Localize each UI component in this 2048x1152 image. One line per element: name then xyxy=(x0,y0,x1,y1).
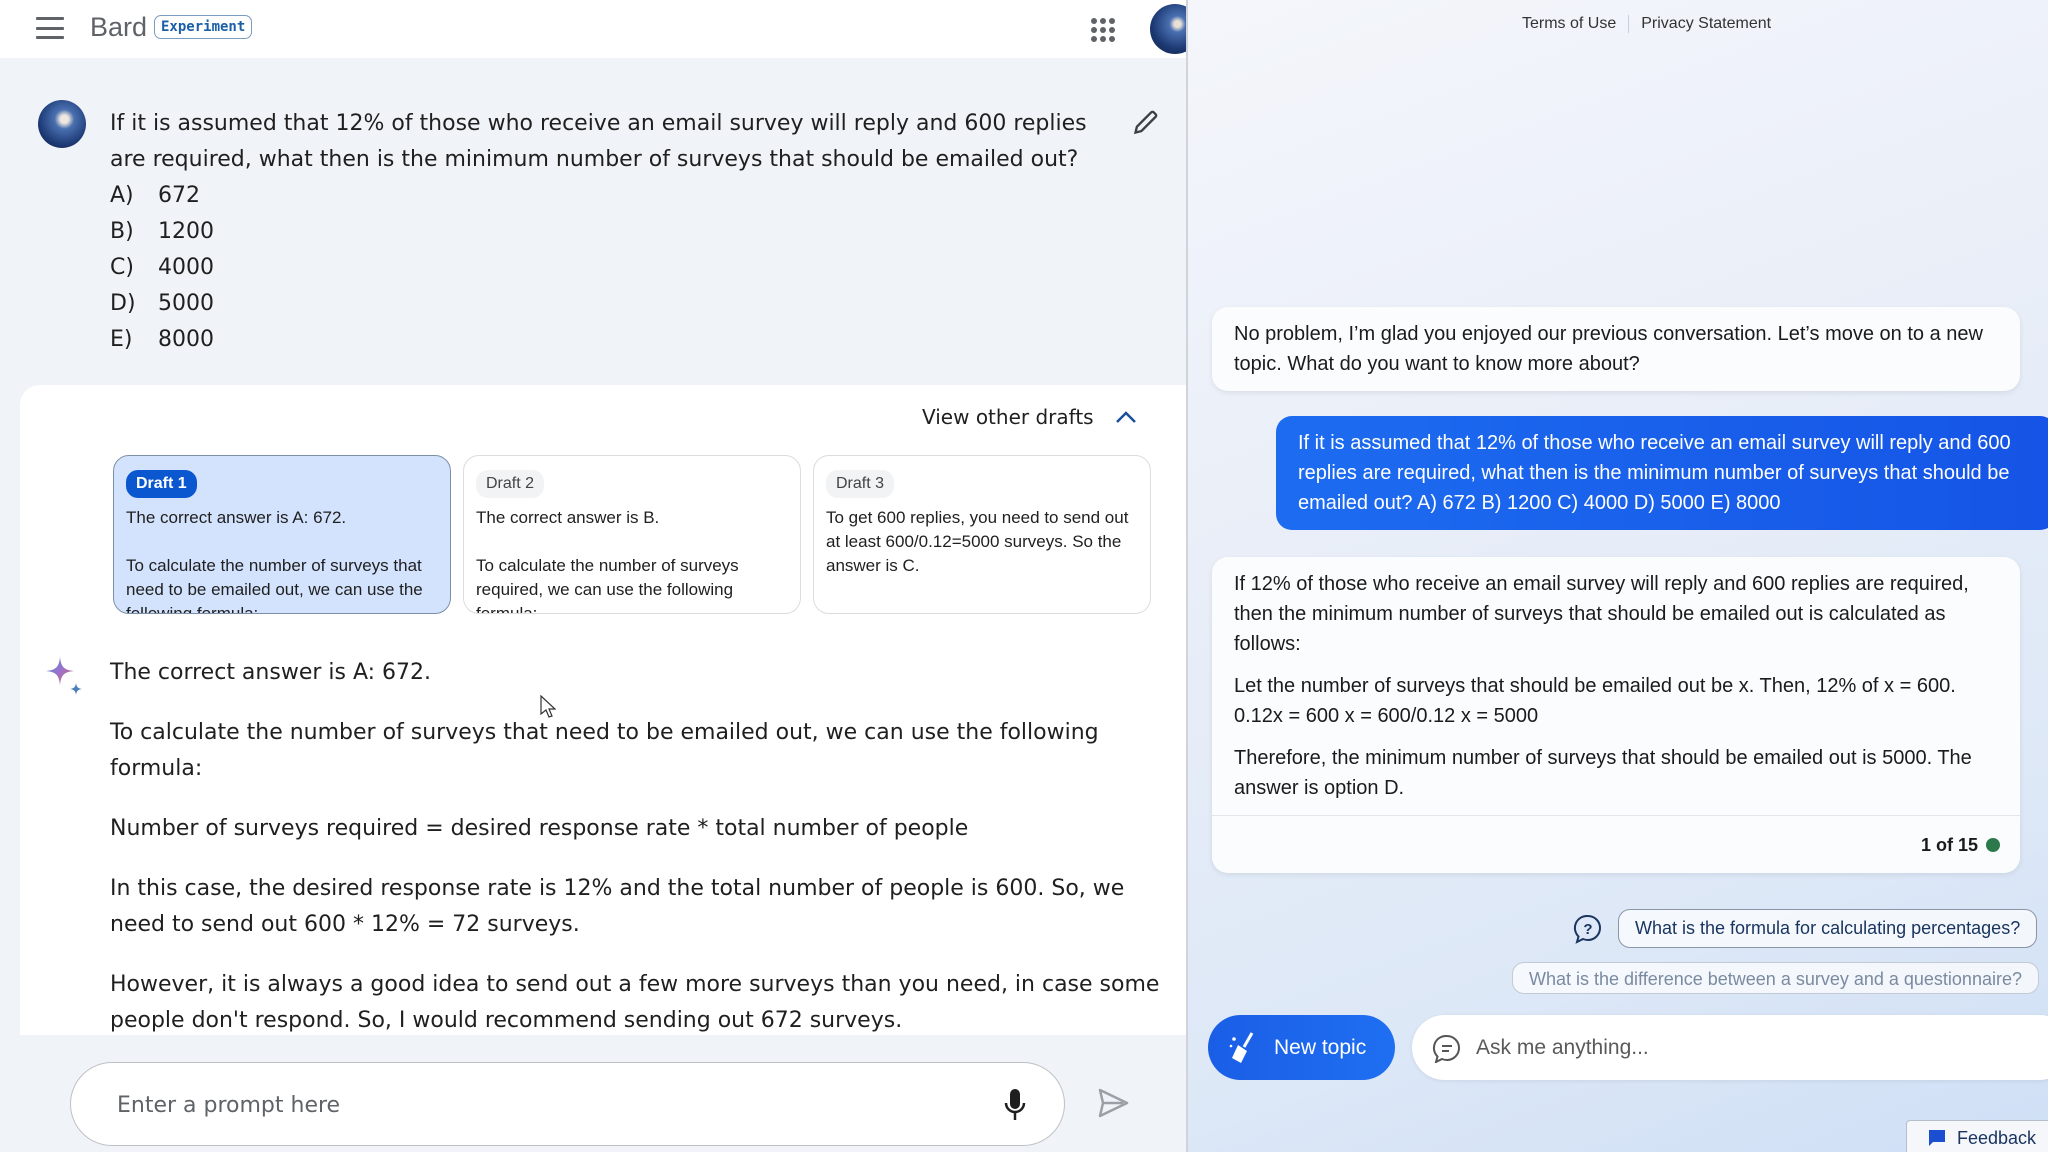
question-text: If it is assumed that 12% of those who r… xyxy=(110,111,1087,172)
option-a: A) 672 xyxy=(110,178,1110,214)
option-d: D) 5000 xyxy=(110,286,1110,322)
account-avatar[interactable] xyxy=(1150,4,1186,54)
suggestion-chip[interactable]: What is the formula for calculating perc… xyxy=(1618,909,2038,948)
answer-paragraph: However, it is always a good idea to sen… xyxy=(110,972,1160,1033)
draft-label: Draft 1 xyxy=(126,470,197,498)
apps-grid-icon[interactable] xyxy=(1091,18,1115,42)
prompt-field[interactable] xyxy=(70,1062,1065,1146)
option-value: 5000 xyxy=(158,291,214,316)
option-e: E) 8000 xyxy=(110,322,1110,358)
option-letter: A) xyxy=(110,183,134,208)
draft-label: Draft 2 xyxy=(476,470,545,498)
svg-text:?: ? xyxy=(1583,921,1592,938)
ask-input[interactable] xyxy=(1476,1031,2036,1065)
app-name: Bard xyxy=(90,12,148,42)
user-message: If it is assumed that 12% of those who r… xyxy=(1276,416,2048,530)
draft-card-3[interactable]: Draft 3 To get 600 replies, you need to … xyxy=(813,455,1151,614)
message-footer: 1 of 15 xyxy=(1212,815,2020,873)
bot-paragraph: If 12% of those who receive an email sur… xyxy=(1234,573,1969,655)
answer-paragraph: To calculate the number of surveys that … xyxy=(110,720,1099,781)
answer-paragraph: Number of surveys required = desired res… xyxy=(110,816,969,841)
question-bubble-icon: ? xyxy=(1573,914,1601,944)
status-dot-icon xyxy=(1986,837,2000,852)
draft-label: Draft 3 xyxy=(826,470,895,498)
ask-field[interactable] xyxy=(1412,1015,2048,1080)
option-b: B) 1200 xyxy=(110,214,1110,250)
answer-paragraph: In this case, the desired response rate … xyxy=(110,876,1125,937)
terms-of-use-link[interactable]: Terms of Use xyxy=(1510,15,1628,33)
feedback-button[interactable]: Feedback xyxy=(1906,1120,2048,1152)
draft-preview: The correct answer is B. To calculate th… xyxy=(476,508,739,614)
prompt-input[interactable] xyxy=(117,1087,977,1123)
answer-paragraph: The correct answer is A: 672. xyxy=(110,660,432,685)
option-letter: E) xyxy=(110,327,133,352)
bard-pane: Bard Experiment If it is assumed that 12… xyxy=(0,0,1186,1152)
option-letter: D) xyxy=(110,291,136,316)
option-c: C) 4000 xyxy=(110,250,1110,286)
option-letter: C) xyxy=(110,255,134,280)
bot-paragraph: Therefore, the minimum number of surveys… xyxy=(1234,747,1972,799)
bot-message: No problem, I’m glad you enjoyed our pre… xyxy=(1212,307,2020,391)
user-avatar xyxy=(38,100,86,148)
response-card: View other drafts Draft 1 The correct an… xyxy=(20,385,1186,1035)
chevron-up-icon xyxy=(1115,411,1136,423)
chat-bubble-icon xyxy=(1432,1034,1460,1063)
drafts-row: Draft 1 The correct answer is A: 672. To… xyxy=(113,455,1151,614)
suggestion-chip[interactable]: What is the difference between a survey … xyxy=(1512,962,2039,994)
new-topic-button[interactable]: New topic xyxy=(1208,1015,1395,1080)
bot-paragraph: Let the number of surveys that should be… xyxy=(1234,675,1956,727)
draft-card-1[interactable]: Draft 1 The correct answer is A: 672. To… xyxy=(113,455,451,614)
send-icon[interactable] xyxy=(1096,1086,1130,1120)
option-value: 8000 xyxy=(158,327,214,352)
menu-icon[interactable] xyxy=(36,17,64,39)
privacy-statement-link[interactable]: Privacy Statement xyxy=(1628,15,1783,33)
user-question: If it is assumed that 12% of those who r… xyxy=(110,106,1110,358)
bard-sparkle-icon xyxy=(46,657,82,695)
feedback-label: Feedback xyxy=(1957,1127,2037,1148)
new-topic-label: New topic xyxy=(1274,1035,1367,1059)
turn-counter: 1 of 15 xyxy=(1920,834,1978,855)
bing-chat-pane: Terms of Use Privacy Statement No proble… xyxy=(1186,0,2048,1152)
option-letter: B) xyxy=(110,219,134,244)
draft-card-2[interactable]: Draft 2 The correct answer is B. To calc… xyxy=(463,455,801,614)
feedback-flag-icon xyxy=(1929,1130,1945,1146)
option-value: 4000 xyxy=(158,255,214,280)
bot-message-answer: If 12% of those who receive an email sur… xyxy=(1212,557,2020,873)
draft-preview: The correct answer is A: 672. To calcula… xyxy=(126,508,423,614)
edit-pencil-icon[interactable] xyxy=(1132,108,1160,136)
answer-body: The correct answer is A: 672. To calcula… xyxy=(110,655,1170,1035)
top-bar: Bard Experiment xyxy=(0,0,1186,58)
option-value: 672 xyxy=(158,183,200,208)
microphone-icon[interactable] xyxy=(1003,1087,1027,1123)
view-other-drafts-button[interactable]: View other drafts xyxy=(922,405,1138,429)
option-value: 1200 xyxy=(158,219,214,244)
broom-icon xyxy=(1229,1031,1254,1063)
view-other-drafts-label: View other drafts xyxy=(922,405,1094,429)
draft-preview: To get 600 replies, you need to send out… xyxy=(826,508,1129,575)
mouse-pointer-icon xyxy=(540,695,556,718)
legal-links: Terms of Use Privacy Statement xyxy=(1510,15,1783,33)
experiment-badge: Experiment xyxy=(154,15,253,39)
